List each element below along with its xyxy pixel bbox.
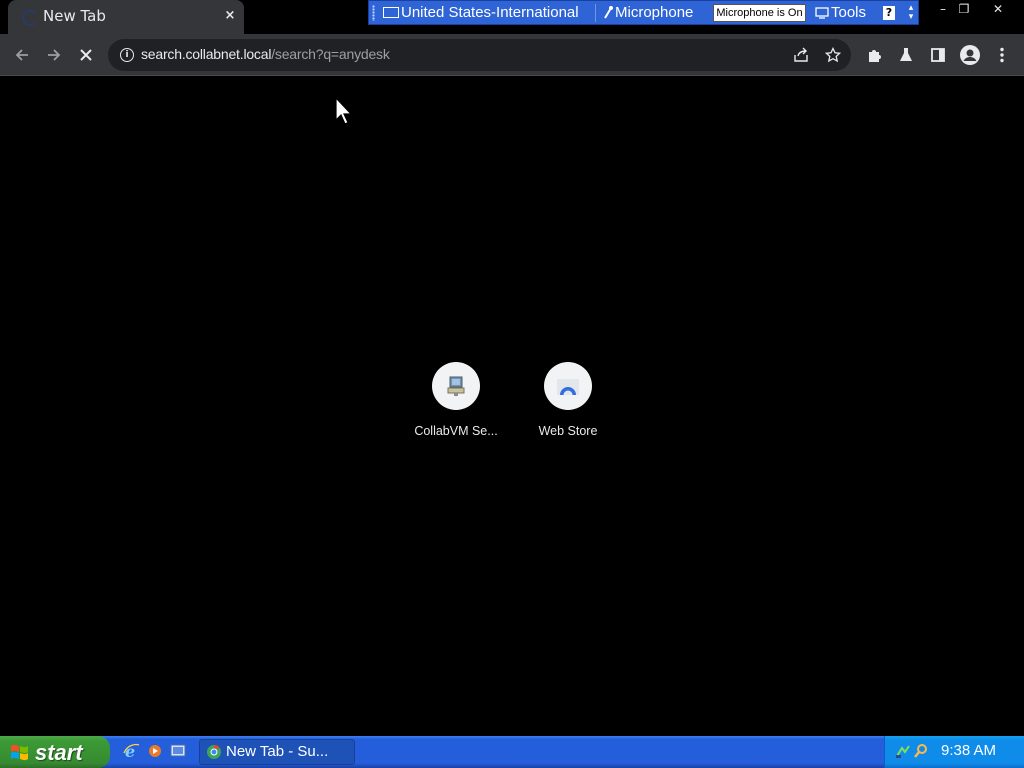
start-button[interactable]: start xyxy=(0,736,110,768)
microphone-status: Microphone is On xyxy=(713,4,806,22)
side-panel-button[interactable] xyxy=(926,43,950,67)
profile-button[interactable] xyxy=(958,43,982,67)
shortcut-web-store[interactable]: Web Store xyxy=(512,362,624,452)
media-player-icon[interactable] xyxy=(146,742,164,760)
shortcut-icon-circle xyxy=(432,362,480,410)
keyboard-icon xyxy=(383,6,399,18)
shortcut-label: Web Store xyxy=(538,424,598,438)
tab-new-tab[interactable]: New Tab × xyxy=(8,0,244,34)
network-icon[interactable] xyxy=(895,743,911,759)
back-button[interactable] xyxy=(10,43,34,67)
bookmark-button[interactable] xyxy=(822,44,844,66)
chrome-icon xyxy=(207,744,221,759)
back-arrow-icon xyxy=(15,49,28,61)
stop-icon xyxy=(80,49,92,61)
start-label: start xyxy=(35,740,83,765)
computer-icon xyxy=(447,376,465,396)
url-path: /search?q=anydesk xyxy=(271,46,390,62)
url-host: search.collabnet.local xyxy=(141,46,272,62)
divider xyxy=(595,4,596,22)
window-controls: – ❐ ✕ xyxy=(928,0,1024,18)
side-panel-icon xyxy=(931,48,945,62)
shortcut-label: CollabVM Se... xyxy=(414,424,498,438)
mouse-cursor-icon xyxy=(335,97,353,125)
internet-explorer-icon[interactable]: e xyxy=(122,742,140,760)
language-bar: United States-International Microphone M… xyxy=(368,0,919,25)
microphone-button[interactable]: Microphone xyxy=(603,3,693,23)
taskbar-item-label: New Tab - Su... xyxy=(226,743,329,760)
restore-button[interactable]: ❐ xyxy=(949,0,979,18)
shortcut-collabvm[interactable]: CollabVM Se... xyxy=(400,362,512,452)
tools-icon xyxy=(815,7,829,19)
microphone-icon xyxy=(604,6,613,19)
taskbar: start e New Tab - Su... 9:38 AM xyxy=(0,736,1024,768)
extensions-button[interactable] xyxy=(862,43,886,67)
flask-icon xyxy=(900,48,912,61)
search-tray-icon[interactable] xyxy=(913,743,929,759)
windows-logo-icon xyxy=(11,744,28,761)
tools-label: Tools xyxy=(831,4,867,21)
avatar-icon xyxy=(960,45,980,65)
puzzle-icon xyxy=(869,50,881,62)
share-button[interactable] xyxy=(790,44,812,66)
clock[interactable]: 9:38 AM xyxy=(941,742,996,759)
loading-icon xyxy=(22,10,38,26)
forward-button[interactable] xyxy=(42,43,66,67)
taskbar-item-new-tab[interactable]: New Tab - Su... xyxy=(199,739,355,765)
more-vert-icon xyxy=(1000,47,1004,63)
language-bar-options-icon[interactable]: ▴ ▾ xyxy=(906,4,916,22)
keyboard-layout-button[interactable]: United States-International xyxy=(383,3,579,23)
browser-toolbar: i search.collabnet.local/search?q=anydes… xyxy=(0,34,1024,76)
language-bar-grip[interactable] xyxy=(372,5,375,21)
url-text[interactable]: search.collabnet.local/search?q=anydesk xyxy=(141,46,390,62)
site-info-icon[interactable]: i xyxy=(120,48,134,62)
tools-button[interactable]: Tools xyxy=(815,3,866,23)
keyboard-layout-label: United States-International xyxy=(401,4,579,21)
title-bar: New Tab × United States-International Mi… xyxy=(0,0,1024,34)
menu-button[interactable] xyxy=(990,43,1014,67)
share-icon xyxy=(794,47,808,62)
stop-loading-button[interactable] xyxy=(74,43,98,67)
close-button[interactable]: ✕ xyxy=(983,0,1013,18)
system-tray: 9:38 AM xyxy=(884,736,1024,768)
shortcut-icon-circle xyxy=(544,362,592,410)
address-bar[interactable]: i search.collabnet.local/search?q=anydes… xyxy=(108,39,851,71)
web-store-icon xyxy=(557,379,579,395)
tab-close-button[interactable]: × xyxy=(222,8,238,24)
star-icon xyxy=(824,46,842,63)
labs-button[interactable] xyxy=(894,43,918,67)
microphone-label: Microphone xyxy=(615,4,694,21)
new-tab-page: CollabVM Se... Web Store xyxy=(0,76,1024,736)
show-desktop-icon[interactable] xyxy=(169,742,187,760)
forward-arrow-icon xyxy=(48,49,61,61)
tab-title: New Tab xyxy=(43,7,106,25)
help-icon[interactable]: ? xyxy=(883,6,895,20)
